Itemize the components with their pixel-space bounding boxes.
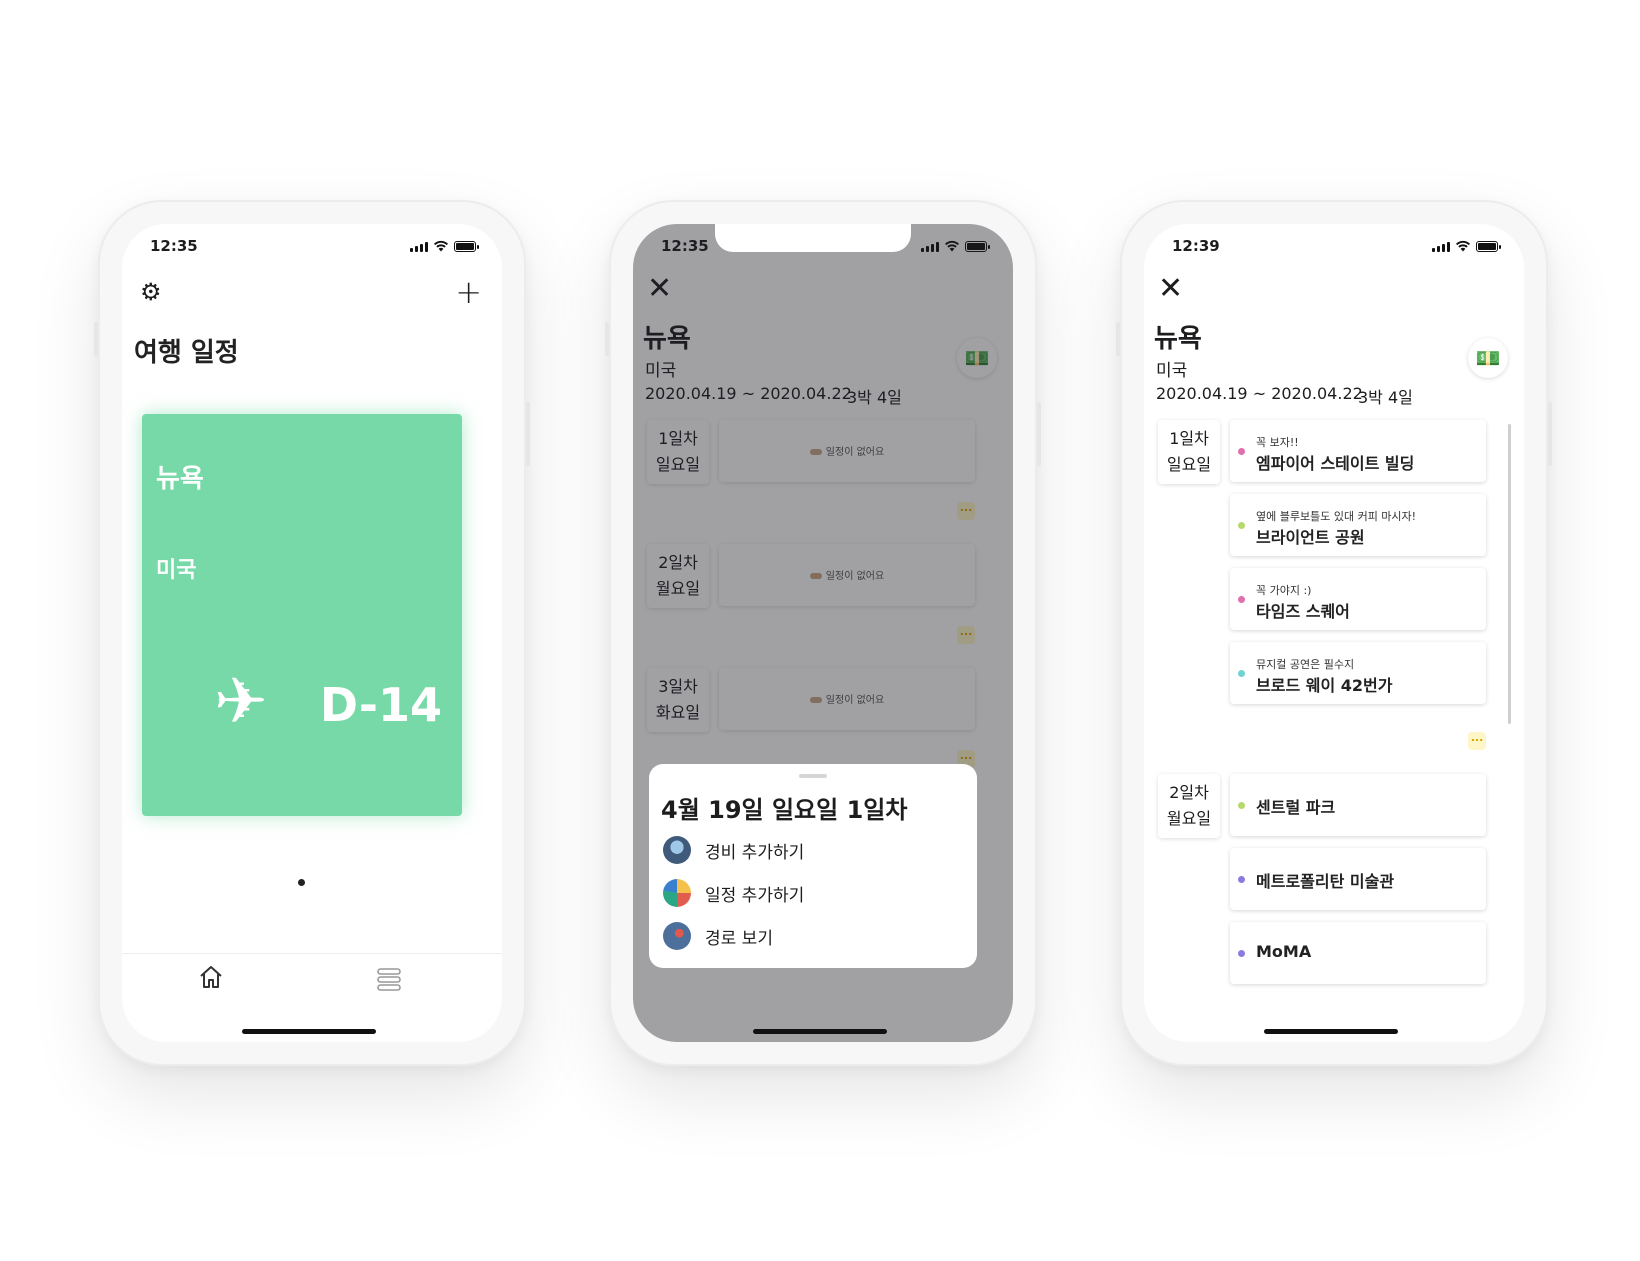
sheet-title: 4월 19일 일요일 1일차 (661, 796, 908, 824)
trip-city: 뉴욕 (1154, 324, 1202, 354)
home-indicator (242, 1029, 376, 1034)
close-icon[interactable]: ✕ (1158, 274, 1183, 304)
place-name: 브라이언트 공원 (1256, 528, 1365, 547)
home-indicator (1264, 1029, 1398, 1034)
day-weekday: 월요일 (1166, 809, 1212, 828)
day-badge[interactable]: 1일차일요일 (1158, 420, 1220, 484)
trip-duration: 3박 4일 (1358, 388, 1413, 407)
add-expense-action[interactable]: 경비 추가하기 (663, 836, 804, 864)
category-dot (1238, 876, 1245, 883)
place-name: 타임즈 스퀘어 (1256, 602, 1350, 621)
sheet-handle[interactable] (799, 774, 827, 778)
home-screen: 12:35 ⚙ + 여행 일정 뉴욕 미국 ✈ D-14 (122, 224, 502, 1042)
wifi-icon (1456, 240, 1470, 252)
d-day-counter: D-14 (319, 678, 442, 732)
trip-city: 뉴욕 (156, 464, 204, 494)
battery-icon (454, 241, 479, 252)
schedule-item[interactable]: MoMA (1230, 922, 1486, 984)
trip-country: 미국 (1156, 361, 1188, 381)
category-dot (1238, 522, 1245, 529)
list-icon[interactable] (376, 966, 402, 992)
home-icon[interactable] (198, 964, 224, 990)
view-route-action[interactable]: 경로 보기 (663, 922, 773, 950)
page-indicator (298, 879, 305, 886)
category-dot (1238, 596, 1245, 603)
phone-frame-schedule: 12:39 ✕ 뉴욕 미국 2020.04.19 ~ 2020.04.22 3박… (1116, 200, 1552, 1066)
schedule-item[interactable]: 옆에 블루보틀도 있대 커피 마시자! 브라이언트 공원 (1230, 494, 1486, 556)
place-name: 엠파이어 스테이트 빌딩 (1256, 454, 1415, 473)
category-dot (1238, 950, 1245, 957)
schedule-item[interactable]: 센트럴 파크 (1230, 774, 1486, 836)
airplane-icon: ✈ (214, 665, 268, 739)
status-icons (1432, 240, 1501, 252)
expense-icon[interactable]: 💵 (1468, 338, 1508, 378)
day-badge[interactable]: 2일차월요일 (1158, 774, 1220, 838)
page-title: 여행 일정 (134, 338, 239, 368)
day-weekday: 일요일 (1166, 455, 1212, 474)
route-icon (663, 922, 691, 950)
schedule-memo: 옆에 블루보틀도 있대 커피 마시자! (1256, 510, 1417, 523)
day-number: 1일차 (1169, 429, 1209, 448)
action-label: 경로 보기 (705, 928, 773, 949)
schedule-memo: 꼭 보자!! (1256, 436, 1299, 449)
trip-schedule-screen: 12:39 ✕ 뉴욕 미국 2020.04.19 ~ 2020.04.22 3박… (1144, 224, 1524, 1042)
action-label: 경비 추가하기 (705, 842, 805, 863)
place-name: 센트럴 파크 (1256, 798, 1336, 817)
day-action-sheet: 4월 19일 일요일 1일차 경비 추가하기 일정 추가하기 경로 보기 (649, 764, 977, 968)
schedule-item[interactable]: 꼭 가야지 :) 타임즈 스퀘어 (1230, 568, 1486, 630)
schedule-icon (663, 879, 691, 907)
trip-card[interactable]: 뉴욕 미국 ✈ D-14 (142, 414, 462, 816)
status-bar: 12:39 (1144, 224, 1524, 268)
place-name: 메트로폴리탄 미술관 (1256, 872, 1395, 891)
signal-icon (410, 241, 428, 252)
status-icons (410, 240, 479, 252)
trip-detail-screen: 12:35 ✕ 뉴욕 미국 2020.04.19 ~ 2020.04.22 3박… (633, 224, 1013, 1042)
notch (715, 224, 911, 252)
scrollbar[interactable] (1508, 424, 1511, 724)
place-name: MoMA (1256, 942, 1312, 961)
category-dot (1238, 448, 1245, 455)
schedule-item[interactable]: 뮤지컬 공연은 필수지 브로드 웨이 42번가 (1230, 642, 1486, 704)
add-schedule-action[interactable]: 일정 추가하기 (663, 879, 804, 907)
expense-icon (663, 836, 691, 864)
schedule-memo: 뮤지컬 공연은 필수지 (1256, 658, 1355, 671)
status-bar: 12:35 (122, 224, 502, 268)
trip-country: 미국 (156, 558, 197, 583)
category-dot (1238, 802, 1245, 809)
add-trip-plus-icon[interactable]: + (455, 276, 482, 308)
category-dot (1238, 670, 1245, 677)
schedule-item[interactable]: 꼭 보자!! 엠파이어 스테이트 빌딩 (1230, 420, 1486, 482)
signal-icon (1432, 241, 1450, 252)
trip-dates: 2020.04.19 ~ 2020.04.22 (1156, 384, 1363, 403)
more-options-icon[interactable]: ... (1468, 732, 1486, 750)
action-label: 일정 추가하기 (705, 885, 805, 906)
status-time: 12:39 (1172, 237, 1220, 255)
schedule-memo: 꼭 가야지 :) (1256, 584, 1312, 597)
home-indicator (753, 1029, 887, 1034)
settings-gear-icon[interactable]: ⚙ (140, 280, 162, 304)
wifi-icon (434, 240, 448, 252)
phone-frame-day-menu: 12:35 ✕ 뉴욕 미국 2020.04.19 ~ 2020.04.22 3박… (605, 200, 1041, 1066)
day-number: 2일차 (1169, 783, 1209, 802)
phone-frame-home: 12:35 ⚙ + 여행 일정 뉴욕 미국 ✈ D-14 (94, 200, 530, 1066)
schedule-item[interactable]: 메트로폴리탄 미술관 (1230, 848, 1486, 910)
battery-icon (1476, 241, 1501, 252)
status-time: 12:35 (150, 237, 198, 255)
place-name: 브로드 웨이 42번가 (1256, 676, 1393, 695)
